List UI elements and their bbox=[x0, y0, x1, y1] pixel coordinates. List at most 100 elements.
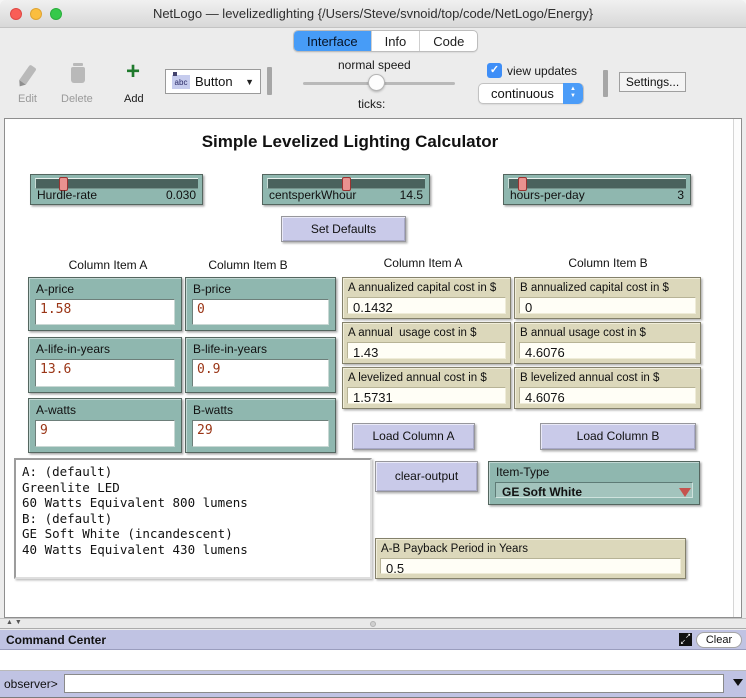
monitor-b-levelized-annual: B levelized annual cost in $ 4.6076 bbox=[514, 367, 701, 409]
input-b-life-in-years: B-life-in-years 0.9 bbox=[185, 337, 336, 393]
history-dropdown-icon[interactable] bbox=[733, 679, 743, 686]
window-title: NetLogo — levelizedlighting {/Users/Stev… bbox=[0, 6, 746, 21]
command-center-title: Command Center bbox=[6, 633, 106, 647]
chooser-value[interactable]: GE Soft White bbox=[495, 482, 693, 498]
add-button[interactable]: Add bbox=[124, 93, 144, 105]
output-area[interactable]: A: (default) Greenlite LED 60 Watts Equi… bbox=[14, 458, 372, 579]
column-header-right-a: Column Item A bbox=[353, 256, 493, 270]
column-header-left-b: Column Item B bbox=[178, 258, 318, 272]
splitter-handle-icon[interactable] bbox=[370, 621, 376, 627]
settings-button[interactable]: Settings... bbox=[619, 72, 686, 92]
expand-command-center-icon[interactable]: ↗↙ bbox=[679, 633, 692, 646]
chooser-label: Item-Type bbox=[496, 465, 549, 479]
delete-icon[interactable] bbox=[71, 67, 85, 83]
edit-button[interactable]: Edit bbox=[18, 93, 37, 105]
input-a-watts: A-watts 9 bbox=[28, 398, 182, 453]
input-field[interactable]: 0 bbox=[192, 299, 329, 325]
update-mode-select[interactable]: continuous ▲▼ bbox=[478, 83, 584, 104]
input-field[interactable]: 13.6 bbox=[35, 359, 175, 387]
slider-centsperkwhour[interactable]: centsperkWhour 14.5 bbox=[262, 174, 430, 205]
chooser-dropdown-icon[interactable] bbox=[679, 488, 691, 497]
clear-button[interactable]: Clear bbox=[696, 632, 742, 648]
slider-hurdle-rate[interactable]: Hurdle-rate0.030 bbox=[30, 174, 203, 205]
monitor-label: A annual usage cost in $ bbox=[348, 327, 477, 339]
command-center-header: Command Center ↗↙ Clear bbox=[0, 630, 746, 650]
clear-output-button[interactable]: clear-output bbox=[375, 461, 478, 492]
input-b-price: B-price 0 bbox=[185, 277, 336, 331]
ticks-label: ticks: bbox=[358, 97, 385, 111]
input-a-life-in-years: A-life-in-years 13.6 bbox=[28, 337, 182, 393]
input-label: B-price bbox=[193, 282, 231, 296]
input-label: B-life-in-years bbox=[193, 342, 267, 356]
monitor-value: 0 bbox=[519, 297, 696, 314]
edit-icon[interactable] bbox=[19, 64, 36, 84]
add-icon[interactable]: + bbox=[126, 63, 144, 81]
set-defaults-button[interactable]: Set Defaults bbox=[281, 216, 406, 242]
slider-label: hours-per-day bbox=[510, 188, 585, 202]
input-field[interactable]: 0.9 bbox=[192, 359, 329, 387]
slider-label: centsperkWhour bbox=[269, 188, 356, 202]
input-label: B-watts bbox=[193, 403, 233, 417]
monitor-label: A annualized capital cost in $ bbox=[348, 282, 496, 294]
tab-segmented-control: Interface Info Code bbox=[293, 30, 478, 52]
column-header-right-b: Column Item B bbox=[538, 256, 678, 270]
monitor-label: B annualized capital cost in $ bbox=[520, 282, 669, 294]
monitor-a-annual-usage: A annual usage cost in $ 1.43 bbox=[342, 322, 511, 364]
command-input[interactable] bbox=[64, 674, 724, 693]
button-widget-icon: abc bbox=[172, 75, 190, 89]
slider-hours-per-day[interactable]: hours-per-day 3 bbox=[503, 174, 691, 205]
monitor-value: 1.43 bbox=[347, 342, 506, 359]
monitor-label: B levelized annual cost in $ bbox=[520, 372, 659, 384]
view-updates-label: view updates bbox=[507, 64, 577, 78]
toolbar-separator bbox=[267, 67, 272, 95]
slider-value: 14.5 bbox=[400, 188, 423, 202]
widget-type-dropdown[interactable]: abc Button ▼ bbox=[165, 69, 261, 94]
input-label: A-watts bbox=[36, 403, 76, 417]
tab-code[interactable]: Code bbox=[420, 31, 477, 51]
update-mode-value: continuous bbox=[491, 86, 554, 101]
model-title: Simple Levelized Lighting Calculator bbox=[0, 132, 700, 152]
monitor-label: A-B Payback Period in Years bbox=[381, 543, 528, 555]
input-label: A-price bbox=[36, 282, 74, 296]
speed-slider-label: normal speed bbox=[338, 58, 411, 72]
canvas-scrollbar[interactable] bbox=[733, 119, 740, 617]
command-center-splitter[interactable]: ▲▼ bbox=[0, 618, 746, 629]
toolbar: Edit Delete + Add abc Button ▼ normal sp… bbox=[0, 55, 746, 118]
tab-bar: Interface Info Code bbox=[0, 28, 746, 55]
slider-value: 3 bbox=[677, 188, 684, 202]
monitor-value: 1.5731 bbox=[347, 387, 506, 404]
monitor-value: 0.1432 bbox=[347, 297, 506, 314]
load-column-b-button[interactable]: Load Column B bbox=[540, 423, 696, 450]
stepper-arrows-icon: ▲▼ bbox=[563, 83, 583, 104]
item-type-chooser[interactable]: Item-Type GE Soft White bbox=[488, 461, 700, 505]
command-center-output[interactable] bbox=[0, 650, 746, 671]
input-b-watts: B-watts 29 bbox=[185, 398, 336, 453]
toolbar-separator bbox=[603, 70, 608, 97]
monitor-value: 0.5 bbox=[380, 558, 681, 574]
tab-interface[interactable]: Interface bbox=[294, 31, 372, 51]
monitor-b-annual-usage: B annual usage cost in $ 4.6076 bbox=[514, 322, 701, 364]
monitor-value: 4.6076 bbox=[519, 342, 696, 359]
title-bar: NetLogo — levelizedlighting {/Users/Stev… bbox=[0, 0, 746, 28]
monitor-label: B annual usage cost in $ bbox=[520, 327, 646, 339]
input-field[interactable]: 9 bbox=[35, 420, 175, 447]
netlogo-window: NetLogo — levelizedlighting {/Users/Stev… bbox=[0, 0, 746, 698]
command-center-input-row: observer> bbox=[0, 671, 746, 698]
monitor-a-annualized-capital: A annualized capital cost in $ 0.1432 bbox=[342, 277, 511, 319]
chevron-down-icon: ▼ bbox=[245, 77, 254, 87]
speed-slider-thumb[interactable] bbox=[368, 74, 385, 91]
input-field[interactable]: 1.58 bbox=[35, 299, 175, 325]
input-a-price: A-price 1.58 bbox=[28, 277, 182, 331]
monitor-b-annualized-capital: B annualized capital cost in $ 0 bbox=[514, 277, 701, 319]
splitter-arrows-icon[interactable]: ▲▼ bbox=[6, 619, 24, 626]
load-column-a-button[interactable]: Load Column A bbox=[352, 423, 475, 450]
delete-button[interactable]: Delete bbox=[61, 93, 93, 105]
slider-label: Hurdle-rate bbox=[37, 188, 97, 202]
widget-type-value: Button bbox=[195, 74, 240, 89]
column-header-left-a: Column Item A bbox=[38, 258, 178, 272]
tab-info[interactable]: Info bbox=[372, 31, 421, 51]
input-field[interactable]: 29 bbox=[192, 420, 329, 447]
monitor-payback-period: A-B Payback Period in Years 0.5 bbox=[375, 538, 686, 579]
view-updates-checkbox[interactable]: ✓ bbox=[487, 63, 502, 78]
monitor-a-levelized-annual: A levelized annual cost in $ 1.5731 bbox=[342, 367, 511, 409]
